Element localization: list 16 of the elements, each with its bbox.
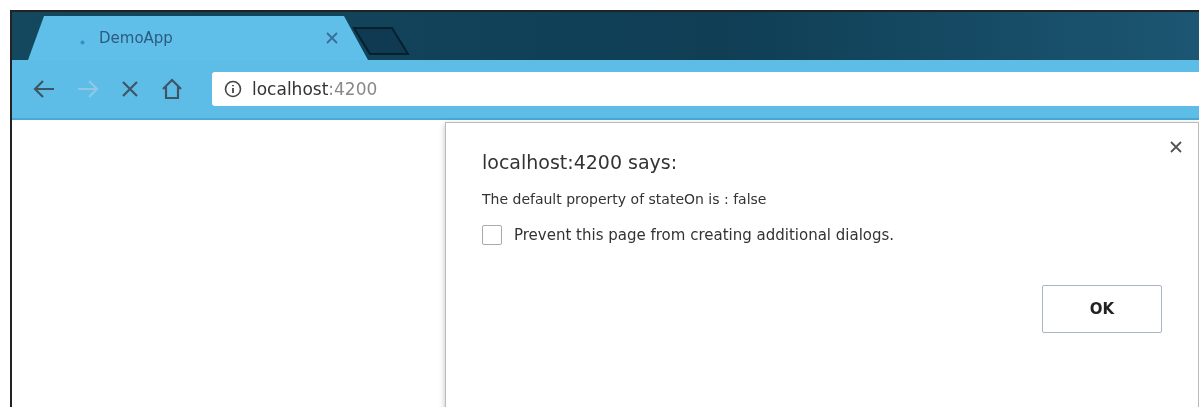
checkbox-label: Prevent this page from creating additional dialogs. <box>514 226 895 244</box>
url-text: localhost:4200 <box>252 79 378 99</box>
close-icon[interactable] <box>1170 141 1182 153</box>
new-tab-button[interactable] <box>352 26 410 56</box>
home-icon[interactable] <box>160 78 184 100</box>
dialog-message: The default property of stateOn is : false <box>482 191 768 207</box>
dialog-title: localhost:4200 says: <box>482 151 679 173</box>
address-bar[interactable]: localhost:4200 <box>212 72 1199 106</box>
favicon-icon <box>80 39 85 45</box>
close-icon[interactable] <box>120 79 140 99</box>
browser-tab[interactable]: DemoApp <box>28 16 368 60</box>
back-icon[interactable] <box>32 79 56 99</box>
tab-title: DemoApp <box>99 29 174 47</box>
checkbox[interactable] <box>482 225 502 245</box>
ok-button[interactable]: OK <box>1042 285 1162 333</box>
info-icon[interactable] <box>224 80 242 98</box>
